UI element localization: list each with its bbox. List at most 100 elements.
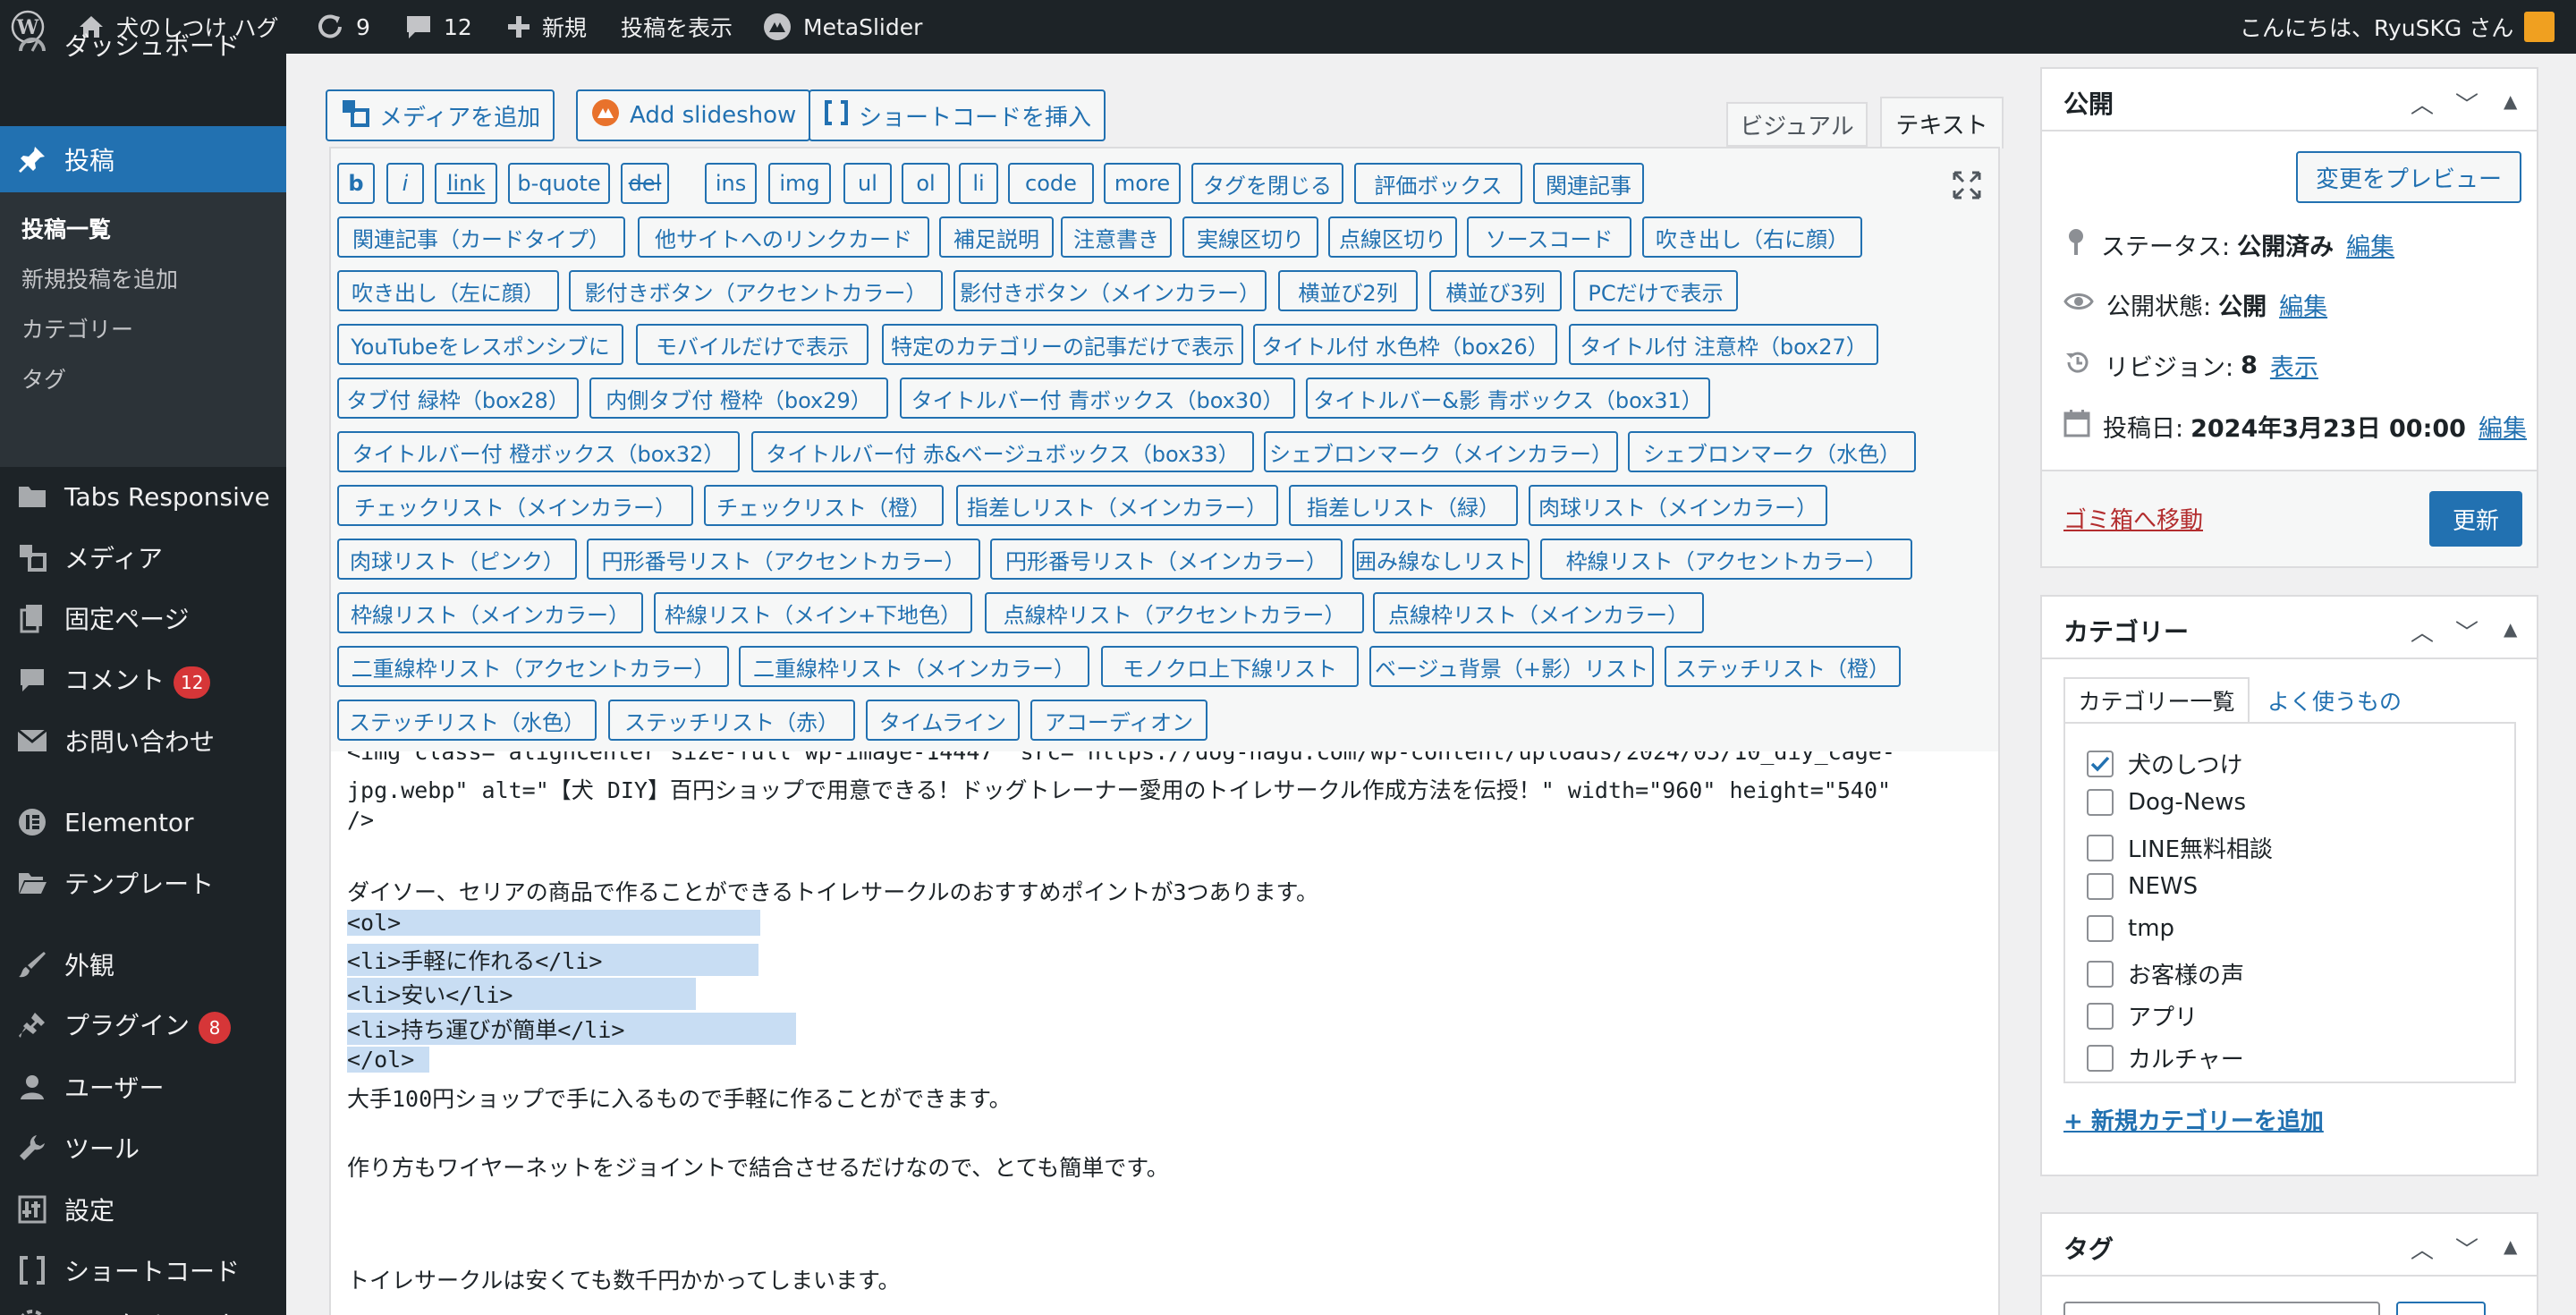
menu-item-contact[interactable]: お問い合わせ <box>0 714 286 768</box>
quicktag-button[interactable]: 円形番号リスト（メインカラー） <box>990 539 1343 580</box>
quicktag-button[interactable]: 枠線リスト（メインカラー） <box>337 592 643 633</box>
menu-item-comments[interactable]: コメント 12 <box>0 653 286 707</box>
quicktag-button[interactable]: タグを閉じる <box>1191 163 1343 204</box>
quicktag-button[interactable]: 肉球リスト（ピンク） <box>337 539 577 580</box>
quicktag-button[interactable]: ベージュ背景（+影）リスト <box>1369 646 1654 687</box>
quicktag-button[interactable]: 枠線リスト（メイン+下地色） <box>654 592 972 633</box>
quicktag-button[interactable]: 実線区切り <box>1182 216 1318 258</box>
quicktag-button[interactable]: 肉球リスト（メインカラー） <box>1529 485 1827 526</box>
category-item[interactable]: 犬のしつけ <box>2087 747 2242 780</box>
add-media-button[interactable]: メディアを追加 <box>326 89 555 141</box>
category-checkbox[interactable] <box>2087 915 2114 942</box>
insert-shortcode-button[interactable]: ショートコードを挿入 <box>809 89 1106 141</box>
category-checkbox[interactable] <box>2087 1002 2114 1030</box>
quicktag-button[interactable]: ol <box>902 163 950 204</box>
status-edit-link[interactable]: 編集 <box>2346 227 2394 262</box>
category-item[interactable]: お客様の声 <box>2087 957 2244 990</box>
quicktag-button[interactable]: i <box>386 163 424 204</box>
quicktag-button[interactable]: 指差しリスト（メインカラー） <box>956 485 1278 526</box>
quicktag-button[interactable]: 点線枠リスト（アクセントカラー） <box>985 592 1364 633</box>
quicktag-button[interactable]: PCだけで表示 <box>1573 270 1738 311</box>
category-item[interactable]: アプリ <box>2087 999 2198 1032</box>
quicktag-button[interactable]: ステッチリスト（赤） <box>608 700 855 741</box>
tab-visual[interactable]: ビジュアル <box>1726 102 1868 147</box>
preview-button[interactable]: 変更をプレビュー <box>2296 151 2521 203</box>
submenu-categories[interactable]: カテゴリー <box>21 312 133 344</box>
menu-item-shortcodes[interactable]: ショートコード <box>0 1243 286 1297</box>
menu-item-plugins[interactable]: プラグイン 8 <box>0 998 286 1052</box>
submenu-add-new[interactable]: 新規投稿を追加 <box>21 262 178 294</box>
quicktag-button[interactable]: 吹き出し（右に顔） <box>1642 216 1862 258</box>
menu-item-elementor[interactable]: Elementor <box>0 795 286 849</box>
category-item[interactable]: LINE無料相談 <box>2087 831 2273 864</box>
toggle-panel-icon[interactable]: ▲ <box>2504 618 2517 640</box>
menu-item-appearance[interactable]: 外観 <box>0 937 286 991</box>
quicktag-button[interactable]: 横並び3列 <box>1429 270 1562 311</box>
menu-item-settings[interactable]: 設定 <box>0 1183 286 1236</box>
revisions-view-link[interactable]: 表示 <box>2270 348 2318 383</box>
category-checkbox[interactable] <box>2087 834 2114 861</box>
chevron-down-icon[interactable]: ﹀ <box>2455 87 2479 120</box>
tab-text[interactable]: テキスト <box>1880 97 2004 148</box>
category-item[interactable]: tmp <box>2087 915 2174 942</box>
quicktag-button[interactable]: ステッチリスト（水色） <box>337 700 597 741</box>
quicktag-button[interactable]: 囲み線なしリスト <box>1352 539 1530 580</box>
my-account-link[interactable]: こんにちは、RyuSKG さん <box>2240 0 2555 54</box>
content-textarea[interactable]: <img class="aligncenter size-full wp-ima… <box>329 751 2000 1315</box>
quicktag-button[interactable]: 吹き出し（左に顔） <box>337 270 559 311</box>
quicktag-button[interactable]: アコーディオン <box>1030 700 1208 741</box>
quicktag-button[interactable]: link <box>435 163 497 204</box>
quicktag-button[interactable]: タイトル付 注意枠（box27） <box>1569 324 1878 365</box>
category-checkbox[interactable] <box>2087 789 2114 816</box>
update-button[interactable]: 更新 <box>2429 491 2522 547</box>
quicktag-button[interactable]: 横並び2列 <box>1278 270 1418 311</box>
quicktag-button[interactable]: 点線区切り <box>1328 216 1457 258</box>
quicktag-button[interactable]: more <box>1104 163 1181 204</box>
quicktag-button[interactable]: 二重線枠リスト（メインカラー） <box>739 646 1089 687</box>
category-item[interactable]: Dog-News <box>2087 789 2246 816</box>
quicktag-button[interactable]: 補足説明 <box>939 216 1054 258</box>
add-category-link[interactable]: + 新規カテゴリーを追加 <box>2063 1103 2324 1136</box>
tag-add-button[interactable] <box>2396 1302 2486 1315</box>
quicktag-button[interactable]: 指差しリスト（緑） <box>1289 485 1518 526</box>
quicktag-button[interactable]: 評価ボックス <box>1354 163 1522 204</box>
visibility-edit-link[interactable]: 編集 <box>2279 287 2327 322</box>
tag-input[interactable] <box>2063 1302 2380 1315</box>
category-item[interactable]: カルチャー <box>2087 1041 2244 1074</box>
quicktag-button[interactable]: タイトルバー付 橙ボックス（box32） <box>337 431 740 472</box>
tab-popular-link[interactable]: よく使うもの <box>2267 684 2402 717</box>
quicktag-button[interactable]: ins <box>705 163 757 204</box>
date-edit-link[interactable]: 編集 <box>2479 409 2527 444</box>
quicktag-button[interactable]: 枠線リスト（アクセントカラー） <box>1540 539 1912 580</box>
quicktag-button[interactable]: ul <box>843 163 892 204</box>
quicktag-button[interactable]: li <box>959 163 998 204</box>
chevron-down-icon[interactable]: ﹀ <box>2455 1232 2479 1265</box>
quicktag-button[interactable]: 二重線枠リスト（アクセントカラー） <box>337 646 729 687</box>
category-checkbox[interactable] <box>2087 750 2114 777</box>
quicktag-button[interactable]: code <box>1008 163 1094 204</box>
quicktag-button[interactable]: img <box>768 163 831 204</box>
quicktag-button[interactable]: タブ付 緑枠（box28） <box>337 378 579 419</box>
menu-item-link-checker[interactable]: リンクチェッカー <box>0 1297 286 1315</box>
quicktag-button[interactable]: 点線枠リスト（メインカラー） <box>1373 592 1704 633</box>
quicktag-button[interactable]: 影付きボタン（アクセントカラー） <box>569 270 943 311</box>
submenu-all-posts[interactable]: 投稿一覧 <box>21 212 111 244</box>
category-checkbox[interactable] <box>2087 1044 2114 1072</box>
menu-item-posts[interactable]: 投稿 <box>0 126 286 192</box>
quicktag-button[interactable]: 関連記事（カードタイプ） <box>337 216 625 258</box>
quicktag-button[interactable]: ステッチリスト（橙） <box>1665 646 1901 687</box>
quicktag-button[interactable]: モバイルだけで表示 <box>636 324 869 365</box>
quicktag-button[interactable]: YouTubeをレスポンシブに <box>337 324 623 365</box>
quicktag-button[interactable]: ソースコード <box>1467 216 1631 258</box>
chevron-down-icon[interactable]: ﹀ <box>2455 615 2479 648</box>
quicktag-button[interactable]: 円形番号リスト（アクセントカラー） <box>587 539 980 580</box>
trash-link[interactable]: ゴミ箱へ移動 <box>2063 502 2203 535</box>
quicktag-button[interactable]: 関連記事 <box>1533 163 1644 204</box>
category-item[interactable]: NEWS <box>2087 873 2198 900</box>
toggle-panel-icon[interactable]: ▲ <box>2504 1235 2517 1257</box>
quicktag-button[interactable]: 内側タブ付 橙枠（box29） <box>589 378 888 419</box>
quicktag-button[interactable]: b-quote <box>508 163 610 204</box>
new-content-link[interactable]: 新規 <box>506 0 587 54</box>
chevron-up-icon[interactable]: ︿ <box>2411 87 2434 120</box>
category-checkbox[interactable] <box>2087 960 2114 988</box>
